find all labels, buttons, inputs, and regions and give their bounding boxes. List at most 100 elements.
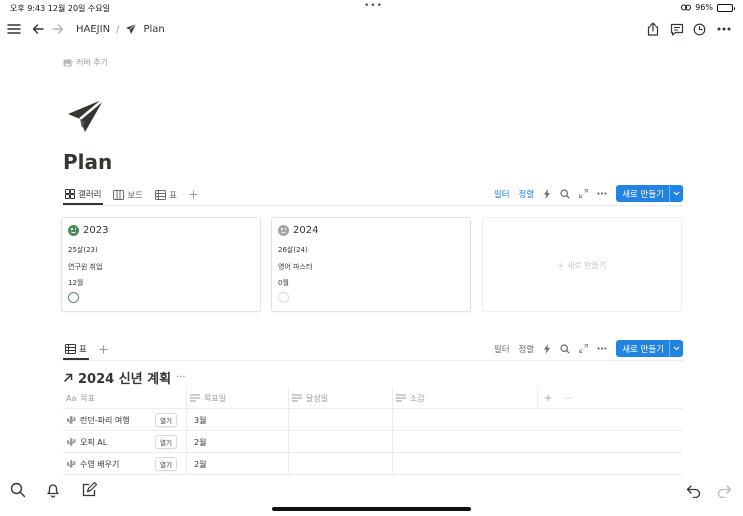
breadcrumb-workspace[interactable]: HAEJIN [76, 24, 110, 35]
battery-percent: 96% [695, 3, 713, 12]
add-cover-button[interactable]: 커버 추가 [63, 57, 108, 68]
cell-target-date[interactable]: 2월 [186, 431, 288, 453]
search-icon[interactable] [560, 188, 570, 199]
new-button-label: 새로 만들기 [622, 189, 664, 200]
text-lines-icon [190, 394, 200, 402]
search-icon[interactable] [10, 482, 26, 498]
breadcrumb-separator: / [116, 23, 120, 35]
undo-icon[interactable] [686, 482, 702, 498]
filter-button[interactable]: 필터 [494, 343, 510, 355]
table-title-text: 2024 신년 계획 [78, 372, 172, 387]
gallery-card-2023[interactable]: 2023 25살(23) 연구원 취업 12월 [61, 217, 261, 312]
tab-table[interactable]: 표 [63, 339, 89, 360]
progress-ring-icon [68, 292, 79, 303]
tab-label: 보드 [127, 190, 144, 201]
tab-board[interactable]: 보드 [111, 184, 145, 205]
lightning-icon[interactable] [543, 343, 551, 354]
column-header-goal[interactable]: Aa 목표 [63, 387, 186, 409]
cell-goal[interactable]: 수영 배우기 열기 [63, 453, 186, 475]
smiley-face-icon [278, 225, 289, 236]
expand-icon[interactable] [579, 189, 589, 198]
status-time-date: 오후 9:43 12월 20일 수요일 [10, 4, 111, 13]
open-row-button[interactable]: 열기 [155, 457, 177, 471]
linked-database-title[interactable]: 2024 신년 계획 ··· [63, 368, 186, 387]
card-title: 2023 [83, 225, 109, 236]
sort-button[interactable]: 정렬 [519, 188, 535, 200]
forward-arrow-icon[interactable] [49, 20, 67, 38]
cell-target-date[interactable]: 3월 [186, 409, 288, 431]
redo-icon[interactable] [716, 482, 732, 498]
table-row[interactable]: 오픽 AL 열기 2월 [63, 431, 683, 453]
column-actions: + ··· [537, 387, 683, 409]
top-bar: HAEJIN / Plan [0, 16, 743, 42]
open-row-button[interactable]: 열기 [155, 435, 177, 449]
cell-review[interactable] [392, 409, 537, 431]
lightning-icon[interactable] [543, 188, 551, 199]
new-button[interactable]: 새로 만들기 [616, 340, 683, 357]
column-more-button[interactable]: ··· [564, 394, 572, 403]
back-arrow-icon[interactable] [29, 20, 47, 38]
new-card-button[interactable]: + 새로 만들기 [482, 217, 682, 312]
table-view-bar: 표 필터 정렬 새로 만들기 [63, 339, 683, 361]
column-label: 목표 [80, 393, 96, 403]
filter-button[interactable]: 필터 [494, 188, 510, 200]
cell-achieved-date[interactable] [288, 409, 392, 431]
bell-icon[interactable] [45, 482, 61, 498]
sort-button[interactable]: 정렬 [519, 343, 535, 355]
goal-name: 런던-파리 여행 [80, 415, 130, 425]
new-button-label: 새로 만들기 [622, 344, 664, 355]
breadcrumb-page[interactable]: Plan [143, 24, 164, 35]
share-icon[interactable] [644, 20, 662, 38]
card-age: 26살(24) [278, 246, 308, 254]
cell-target-date[interactable]: 2월 [186, 453, 288, 475]
more-options-icon[interactable] [597, 192, 607, 195]
compose-icon[interactable] [81, 482, 97, 498]
table-row[interactable]: 수영 배우기 열기 2월 [63, 453, 683, 475]
target-date-value: 2월 [194, 459, 207, 469]
chevron-down-icon[interactable] [669, 185, 683, 202]
goal-name: 수영 배우기 [80, 459, 120, 469]
paper-plane-icon [126, 23, 137, 34]
hamburger-menu-icon[interactable] [5, 20, 23, 38]
new-button[interactable]: 새로 만들기 [616, 185, 683, 202]
tab-table[interactable]: 표 [153, 184, 179, 205]
arrow-up-right-icon [63, 373, 73, 382]
search-icon[interactable] [560, 343, 570, 354]
comment-icon[interactable] [668, 20, 686, 38]
more-options-icon[interactable] [715, 20, 733, 38]
open-row-button[interactable]: 열기 [155, 413, 177, 427]
more-options-icon[interactable] [597, 347, 607, 350]
gallery-card-2024[interactable]: 2024 26살(24) 영어 마스터 0월 [271, 217, 471, 312]
board-icon [113, 189, 125, 200]
column-header-target-date[interactable]: 목표일 [186, 387, 288, 409]
column-header-achieved-date[interactable]: 달성일 [288, 387, 392, 409]
cell-goal[interactable]: 런던-파리 여행 열기 [63, 409, 186, 431]
cell-review[interactable] [392, 453, 537, 475]
cell-review[interactable] [392, 431, 537, 453]
cell-goal[interactable]: 오픽 AL 열기 [63, 431, 186, 453]
expand-icon[interactable] [579, 344, 589, 353]
tab-gallery[interactable]: 갤러리 [63, 184, 104, 205]
card-title: 2024 [293, 225, 319, 236]
bottom-toolbar [0, 478, 743, 502]
card-month: 12월 [68, 279, 84, 287]
chevron-down-icon[interactable] [669, 340, 683, 357]
page-title[interactable]: Plan [63, 150, 112, 174]
cell-achieved-date[interactable] [288, 431, 392, 453]
add-view-button[interactable] [97, 339, 110, 360]
cell-achieved-date[interactable] [288, 453, 392, 475]
multitask-dots[interactable]: ••• [364, 1, 383, 11]
table-title-more[interactable]: ··· [176, 372, 186, 383]
tab-label: 갤러리 [78, 189, 102, 200]
table-row[interactable]: 런던-파리 여행 열기 3월 [63, 409, 683, 431]
clock-history-icon[interactable] [690, 20, 708, 38]
plus-icon [189, 190, 198, 199]
card-goal: 영어 마스터 [278, 263, 313, 271]
add-view-button[interactable] [187, 184, 200, 205]
home-indicator[interactable] [272, 507, 471, 511]
add-column-button[interactable]: + [544, 393, 552, 404]
paper-plane-icon[interactable] [66, 96, 106, 136]
table-icon [155, 189, 167, 200]
link-icon [681, 4, 692, 11]
column-header-review[interactable]: 소감 [392, 387, 537, 409]
